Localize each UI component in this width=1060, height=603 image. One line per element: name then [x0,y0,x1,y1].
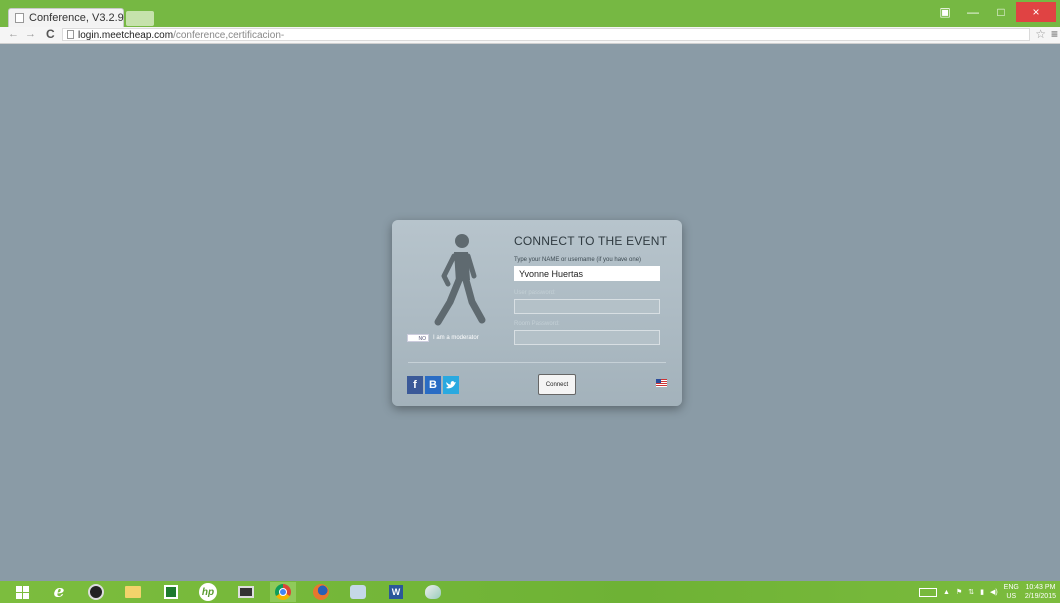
moderator-toggle[interactable]: NO [407,334,429,342]
internet-explorer-icon[interactable]: e [46,582,72,602]
clock[interactable]: 10:43 PM 2/19/2015 [1025,583,1056,601]
browser-tab[interactable]: Conference, V3.2.9 -- × [8,8,144,27]
chrome-icon[interactable] [270,582,296,602]
flag-notification-icon[interactable]: ⚑ [956,588,962,596]
close-window-button[interactable]: × [1016,2,1056,22]
room-password-input[interactable] [514,330,660,345]
social-buttons: f B [407,376,459,394]
password-label: User password: [514,290,556,296]
page-icon [67,30,74,39]
b-icon[interactable]: B [425,376,441,394]
connect-dialog: CONNECT TO THE EVENT Type your NAME or u… [392,220,682,406]
paint-icon[interactable] [420,582,446,602]
maximize-button[interactable]: □ [988,2,1014,22]
network-icon[interactable]: ⇅ [968,588,974,596]
address-bar: ← → C login.meetcheap.com/conference,cer… [0,27,1060,44]
url-input[interactable]: login.meetcheap.com/conference,certifica… [62,28,1030,41]
browser-tabstrip: Conference, V3.2.9 -- × ▣ — □ × [0,0,1060,27]
tray-expand-icon[interactable]: ▲ [943,589,950,596]
twitter-icon[interactable] [443,376,459,394]
divider [408,362,666,363]
reload-button[interactable]: C [46,27,55,41]
back-button[interactable]: ← [8,28,19,40]
firefox-icon[interactable] [308,582,334,602]
taskbar: e hp W ▲ ⚑ ⇅ ▮ ◀) ENG US 10:43 PM 2/19/2… [0,581,1060,603]
new-tab-button[interactable] [126,11,154,26]
media-player-icon[interactable] [83,582,109,602]
url-host: login.meetcheap.com [78,30,174,41]
page-icon [15,13,24,23]
app-manager-icon[interactable] [233,582,259,602]
moderator-row: NO I am a moderator [407,334,479,342]
language-indicator[interactable]: ENG US [1004,583,1019,601]
word-icon[interactable]: W [383,582,409,602]
bookmark-star-icon[interactable]: ☆ [1035,27,1046,41]
keyboard-icon[interactable] [919,587,937,597]
paint-tool-icon[interactable] [345,582,371,602]
windows-start-icon[interactable] [9,582,35,602]
store-icon[interactable] [158,582,184,602]
walking-person-icon [434,234,486,326]
us-flag-icon[interactable] [656,379,667,387]
volume-icon[interactable]: ◀) [990,588,998,596]
facebook-icon[interactable]: f [407,376,423,394]
file-explorer-icon[interactable] [120,582,146,602]
restore-badge-icon[interactable]: ▣ [932,2,958,22]
hp-icon[interactable]: hp [195,582,221,602]
name-input[interactable] [514,266,660,281]
signal-icon[interactable]: ▮ [980,588,984,596]
url-path: /conference,certificacion- [173,30,285,41]
chrome-menu-icon[interactable]: ≡ [1051,27,1058,41]
window-controls: ▣ — □ × [932,2,1056,22]
page-content: CONNECT TO THE EVENT Type your NAME or u… [7,44,1060,581]
room-password-label: Room Password: [514,321,560,327]
system-tray: ▲ ⚑ ⇅ ▮ ◀) ENG US 10:43 PM 2/19/2015 [919,581,1056,603]
password-input[interactable] [514,299,660,314]
dialog-title: CONNECT TO THE EVENT [514,234,668,248]
minimize-button[interactable]: — [960,2,986,22]
twitter-bird-icon [446,381,456,389]
name-label: Type your NAME or username (if you have … [514,257,642,263]
connect-button[interactable]: Connect [538,374,576,395]
moderator-label: I am a moderator [433,335,479,341]
forward-button[interactable]: → [25,28,36,40]
